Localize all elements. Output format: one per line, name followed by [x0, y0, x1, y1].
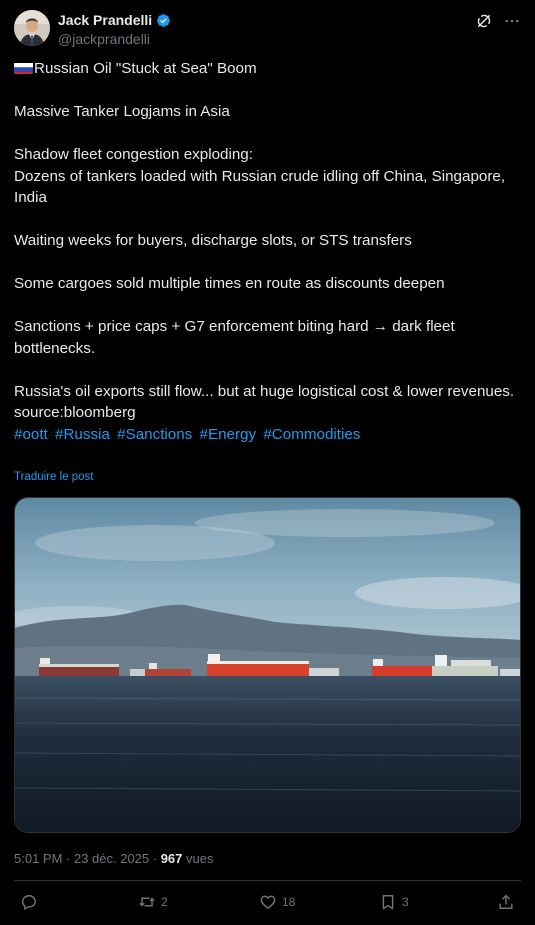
tweet-actions-bar: 2 18 3: [14, 892, 521, 916]
like-count: 18: [282, 895, 296, 909]
share-button[interactable]: [496, 892, 516, 912]
tweet-line: Shadow fleet congestion exploding:: [14, 146, 253, 163]
tweet-media-image[interactable]: [14, 497, 521, 833]
verified-badge-icon: [157, 13, 171, 27]
tweet-header: Jack Prandelli @jackprandelli: [14, 10, 521, 50]
reply-icon: [22, 895, 36, 910]
bookmark-icon: [382, 895, 394, 910]
hashtag-link[interactable]: #Russia: [55, 426, 110, 443]
bookmark-count: 3: [402, 895, 409, 909]
hashtag-link[interactable]: #Sanctions: [117, 426, 192, 443]
russia-flag-icon: [14, 61, 33, 74]
tweet-timestamp[interactable]: 5:01 PM · 23 déc. 2025 · 967 vues: [14, 851, 213, 866]
hashtag-link[interactable]: #Energy: [200, 426, 257, 443]
tweet-line: Dozens of tankers loaded with Russian cr…: [14, 167, 506, 207]
hashtag-link[interactable]: #Commodities: [263, 426, 360, 443]
tanker-photo: [15, 498, 520, 832]
tweet-source: source:bloomberg: [14, 404, 136, 421]
tweet-line: Russia's oil exports still flow... but a…: [14, 382, 515, 400]
tweet-line: Sanctions + price caps + G7 enforcement …: [14, 318, 455, 357]
heart-icon: [260, 895, 276, 909]
views-count: 967: [160, 851, 183, 866]
avatar[interactable]: [14, 10, 50, 46]
repost-button[interactable]: 2: [137, 892, 168, 912]
repost-count: 2: [161, 895, 168, 909]
author-handle[interactable]: @jackprandelli: [58, 30, 171, 48]
grok-icon[interactable]: [475, 12, 493, 30]
author-display-name[interactable]: Jack Prandelli: [58, 11, 171, 29]
author-name-text[interactable]: Jack Prandelli: [58, 11, 152, 29]
like-button[interactable]: 18: [258, 892, 295, 912]
divider: [14, 880, 521, 881]
views-label: vues: [182, 851, 214, 866]
tweet-body: Russian Oil "Stuck at Sea" Boom Massive …: [14, 58, 524, 445]
tweet-line: Massive Tanker Logjams in Asia: [14, 103, 230, 120]
share-icon: [499, 894, 513, 909]
hashtag-list: #oott #Russia #Sanctions #Energy #Commod…: [14, 424, 524, 446]
reply-button[interactable]: [19, 892, 39, 912]
tweet-title-text: Russian Oil "Stuck at Sea" Boom: [34, 60, 257, 77]
tweet-line: Some cargoes sold multiple times en rout…: [14, 275, 445, 292]
tweet-line-title: Russian Oil "Stuck at Sea" Boom: [14, 58, 524, 80]
post-time[interactable]: 5:01 PM · 23 déc. 2025 ·: [14, 851, 161, 866]
hashtag-link[interactable]: #oott: [14, 426, 48, 443]
more-dots-icon[interactable]: [503, 12, 521, 30]
translate-post-link[interactable]: Traduire le post: [14, 471, 93, 483]
tweet-line: Waiting weeks for buyers, discharge slot…: [14, 232, 412, 249]
bookmark-button[interactable]: 3: [378, 892, 409, 912]
repost-icon: [139, 897, 155, 907]
